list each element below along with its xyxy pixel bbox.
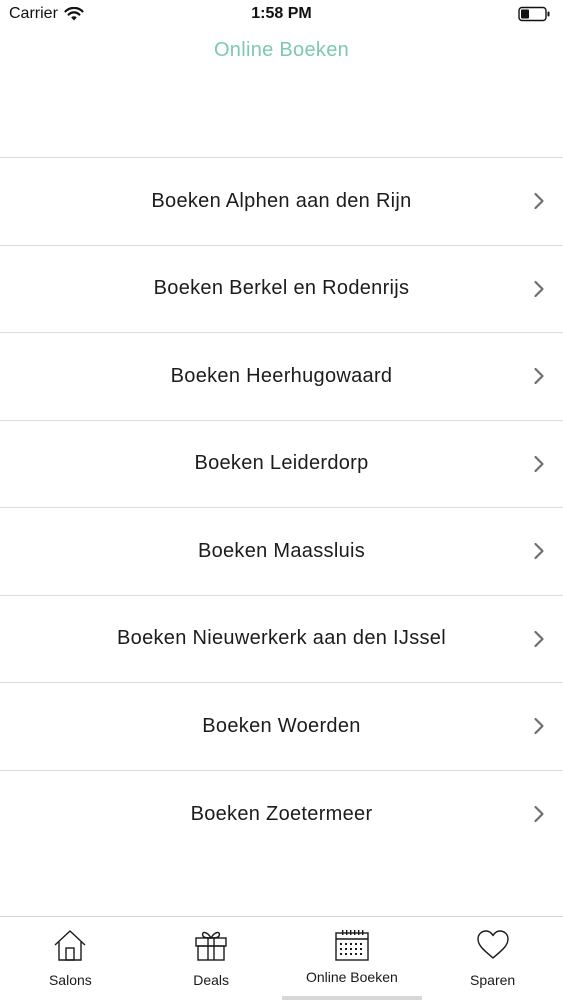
list-item-woerden[interactable]: Boeken Woerden <box>0 683 563 771</box>
tab-bar: Salons Deals Online Boeken Sparen <box>0 916 563 1000</box>
list-item-maassluis[interactable]: Boeken Maassluis <box>0 508 563 596</box>
gift-icon <box>195 931 227 961</box>
list-item-label: Boeken Woerden <box>202 714 361 737</box>
chevron-right-icon <box>534 718 544 735</box>
list-item-alphen-aan-den-rijn[interactable]: Boeken Alphen aan den Rijn <box>0 158 563 246</box>
list-item-berkel-en-rodenrijs[interactable]: Boeken Berkel en Rodenrijs <box>0 246 563 333</box>
list-item-label: Boeken Zoetermeer <box>190 802 373 825</box>
heart-icon <box>476 930 509 959</box>
list-item-label: Boeken Berkel en Rodenrijs <box>153 277 410 300</box>
home-icon <box>54 930 86 961</box>
calendar-icon <box>335 930 369 961</box>
list-item-leiderdorp[interactable]: Boeken Leiderdorp <box>0 421 563 508</box>
list-item-nieuwerkerk-aan-den-ijssel[interactable]: Boeken Nieuwerkerk aan den IJssel <box>0 596 563 683</box>
list-item-label: Boeken Heerhugowaard <box>170 364 393 387</box>
tab-label: Deals <box>193 972 230 988</box>
page-title: Online Boeken <box>213 39 350 61</box>
chevron-right-icon <box>534 806 544 823</box>
list-item-label: Boeken Leiderdorp <box>194 452 369 475</box>
booking-location-list: Boeken Alphen aan den Rijn Boeken Berkel… <box>0 157 563 858</box>
list-item-heerhugowaard[interactable]: Boeken Heerhugowaard <box>0 333 563 421</box>
chevron-right-icon <box>534 280 544 297</box>
tab-salons[interactable]: Salons <box>0 917 141 1000</box>
list-item-zoetermeer[interactable]: Boeken Zoetermeer <box>0 771 563 859</box>
chevron-right-icon <box>534 455 544 472</box>
status-time: 1:58 PM <box>251 5 312 22</box>
tab-label: Salons <box>48 972 92 988</box>
chevron-right-icon <box>534 630 544 647</box>
tab-online-boeken[interactable]: Online Boeken <box>282 917 423 1000</box>
tab-label: Sparen <box>470 972 516 988</box>
list-item-label: Boeken Nieuwerkerk aan den IJssel <box>117 627 446 650</box>
list-item-label: Boeken Alphen aan den Rijn <box>151 189 412 212</box>
tab-label: Online Boeken <box>305 969 398 985</box>
home-indicator <box>282 996 422 1000</box>
list-item-label: Boeken Maassluis <box>197 539 366 562</box>
chevron-right-icon <box>534 543 544 560</box>
battery-icon <box>518 6 550 22</box>
tab-deals[interactable]: Deals <box>141 917 282 1000</box>
chevron-right-icon <box>534 368 544 385</box>
chevron-right-icon <box>534 193 544 210</box>
tab-sparen[interactable]: Sparen <box>422 917 563 1000</box>
status-bar: Carrier 1:58 PM <box>0 0 563 30</box>
screen: Carrier 1:58 PM Online Boeken Boeken Alp… <box>0 0 563 1000</box>
